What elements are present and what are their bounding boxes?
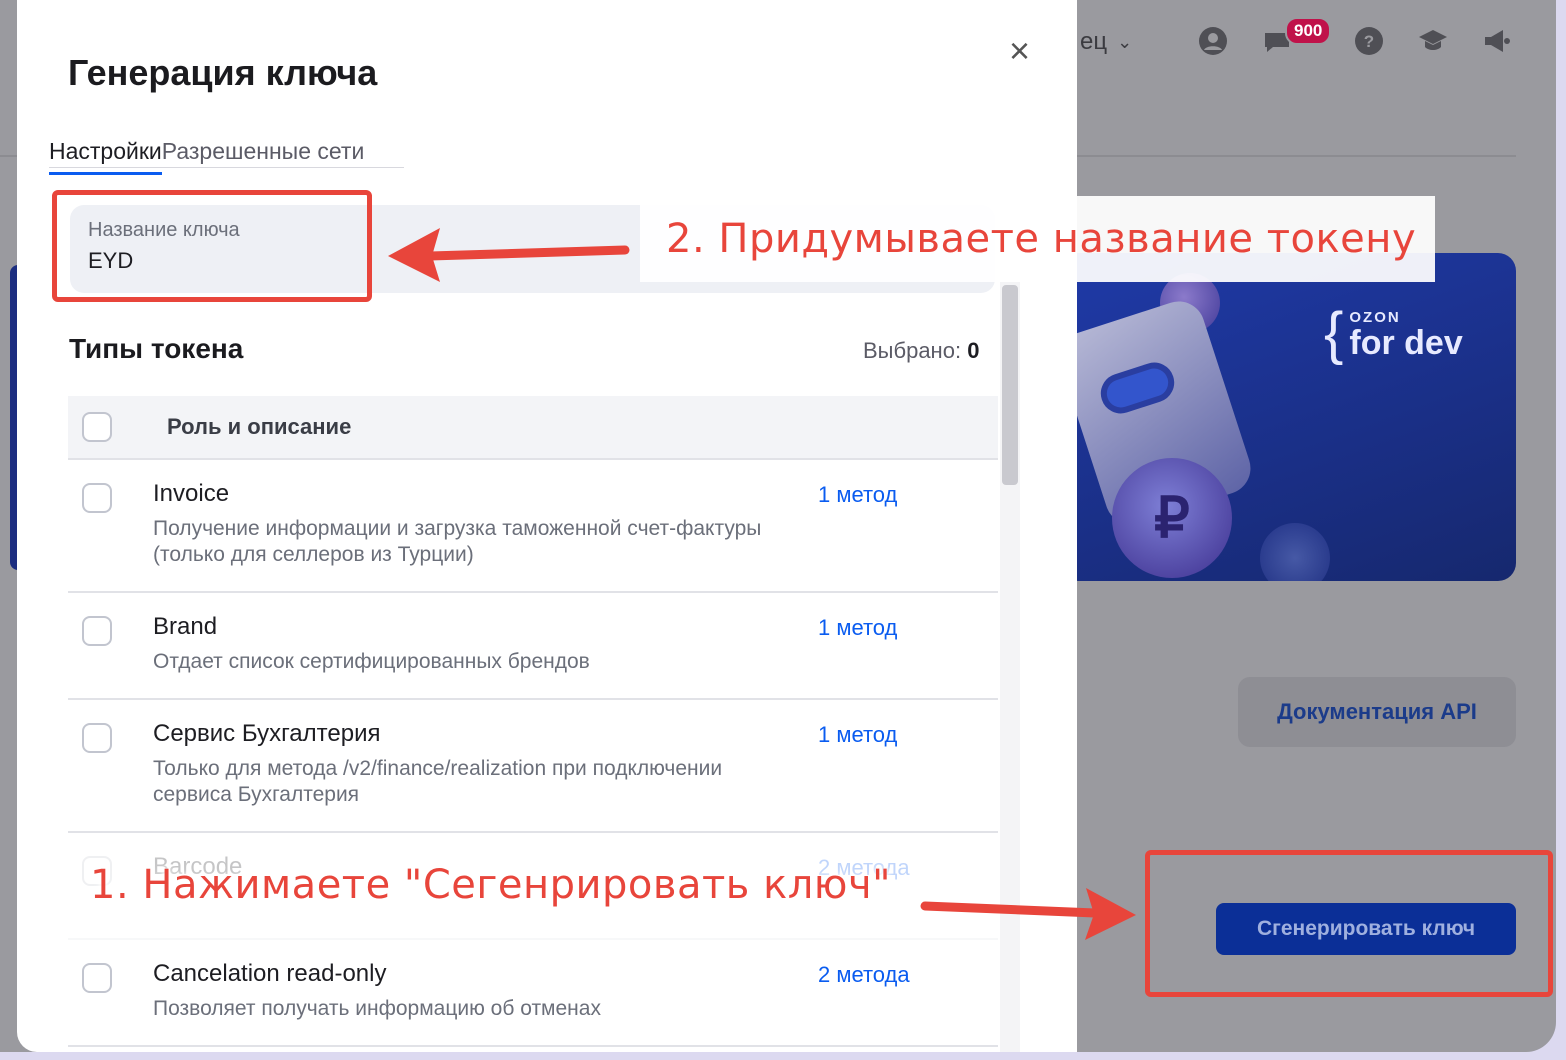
- row-checkbox[interactable]: [82, 963, 112, 993]
- row-methods-link[interactable]: 1 метод: [818, 615, 897, 641]
- notifications-badge: 900: [1285, 17, 1332, 45]
- banner-coin: ₽: [1112, 458, 1232, 578]
- selected-label: Выбрано:: [863, 338, 962, 363]
- row-description: Отдает список сертифицированных брендов: [153, 650, 590, 673]
- close-icon[interactable]: ×: [1009, 30, 1030, 72]
- table-row: Invoice Получение информации и загрузка …: [68, 460, 998, 593]
- modal-tabs: Настройки Разрешенные сети: [49, 138, 365, 175]
- tabs-underline: [49, 167, 404, 168]
- banner-orb: [1260, 523, 1330, 581]
- announcement-icon[interactable]: [1480, 24, 1514, 58]
- table-row: Brand Отдает список сертифицированных бр…: [68, 593, 998, 700]
- annotation-step-1: 1. Нажимаете "Сегенрировать ключ": [90, 862, 891, 908]
- table-row: Cancelation read-only Позволяет получать…: [68, 940, 998, 1047]
- row-checkbox[interactable]: [82, 723, 112, 753]
- row-name: Brand: [153, 613, 218, 640]
- ozon-for-dev-logo: { OZON for dev: [1324, 301, 1463, 366]
- user-menu[interactable]: ец ⌄: [1080, 28, 1132, 56]
- highlight-box-key-name: [52, 190, 372, 302]
- row-name: Сервис Бухгалтерия: [153, 720, 381, 747]
- scrollbar-thumb[interactable]: [1002, 285, 1018, 485]
- tab-allowed-networks[interactable]: Разрешенные сети: [162, 138, 365, 165]
- selected-counter: Выбрано: 0: [863, 338, 979, 364]
- help-icon[interactable]: ?: [1352, 24, 1386, 58]
- row-description: Только для метода /v2/finance/realizatio…: [153, 757, 723, 806]
- chevron-down-icon: ⌄: [1117, 31, 1133, 52]
- row-methods-link[interactable]: 1 метод: [818, 482, 897, 508]
- selected-count: 0: [967, 338, 980, 363]
- annotation-step-2: 2. Придумываете название токену: [640, 196, 1435, 282]
- tab-settings[interactable]: Настройки: [49, 138, 162, 175]
- row-methods-link[interactable]: 2 метода: [818, 962, 910, 988]
- column-role-description: Роль и описание: [167, 414, 352, 439]
- highlight-box-generate: [1145, 850, 1553, 997]
- token-types-title: Типы токена: [69, 333, 244, 364]
- api-banner: ₽ { OZON for dev: [1060, 253, 1516, 581]
- row-description: Позволяет получать информацию об отменах: [153, 997, 601, 1020]
- docs-api-button[interactable]: Документация API: [1238, 677, 1516, 747]
- row-description: Получение информации и загрузка таможенн…: [153, 517, 762, 566]
- row-methods-link[interactable]: 1 метод: [818, 722, 897, 748]
- table-header: Роль и описание: [68, 396, 998, 460]
- table-row: Сервис Бухгалтерия Только для метода /v2…: [68, 700, 998, 833]
- row-name: Cancelation read-only: [153, 960, 387, 987]
- modal-title: Генерация ключа: [68, 52, 378, 93]
- row-checkbox[interactable]: [82, 483, 112, 513]
- user-menu-label: ец: [1080, 28, 1108, 55]
- row-name: Invoice: [153, 480, 230, 507]
- select-all-checkbox[interactable]: [82, 412, 112, 442]
- profile-icon[interactable]: [1196, 24, 1230, 58]
- row-checkbox[interactable]: [82, 616, 112, 646]
- svg-text:?: ?: [1364, 32, 1374, 51]
- logo-small-text: OZON: [1349, 308, 1401, 326]
- education-icon[interactable]: [1416, 24, 1450, 58]
- logo-big-text: for dev: [1349, 323, 1463, 362]
